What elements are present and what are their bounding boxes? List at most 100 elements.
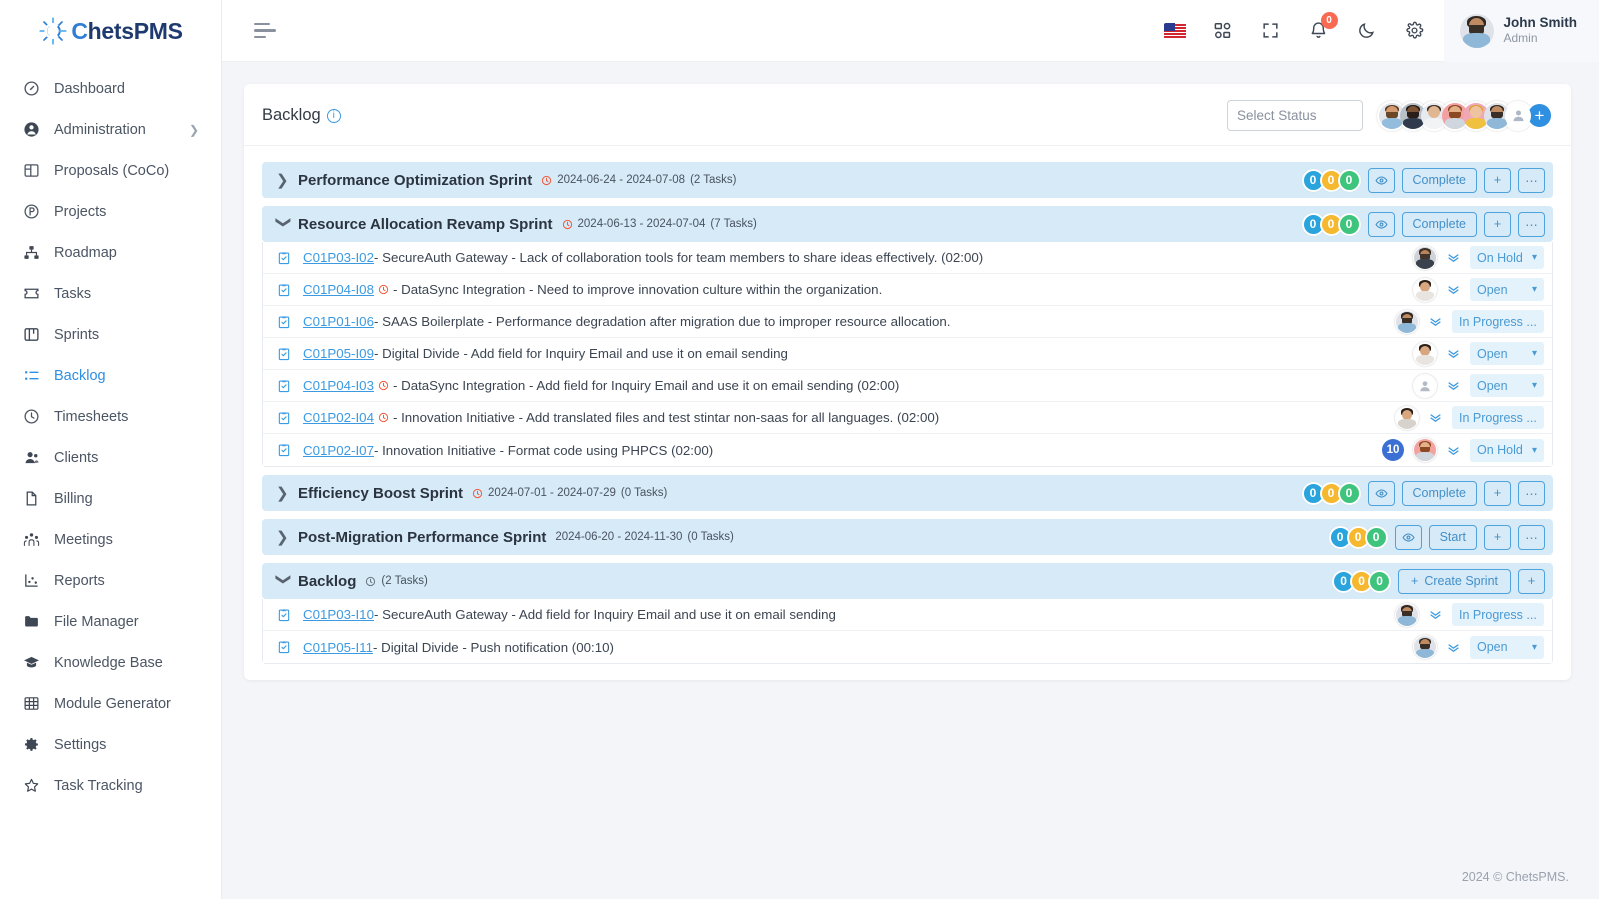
sprint-header[interactable]: ❯ Performance Optimization Sprint 2024-0… [262,162,1553,198]
sidebar-item-knowledge-base[interactable]: Knowledge Base [0,642,221,683]
sidebar-item-dashboard[interactable]: Dashboard [0,68,221,109]
task-row[interactable]: C01P02-I04 - Innovation Initiative - Add… [263,402,1552,434]
task-row[interactable]: C01P02-I07 - Innovation Initiative - For… [263,434,1552,466]
backlog-group-header[interactable]: ❯ Backlog (2 Tasks) 0 0 0 + Create Sprin… [262,563,1553,599]
user-profile-menu[interactable]: John Smith Admin [1443,0,1599,62]
avatar[interactable] [1413,341,1437,366]
task-id-link[interactable]: C01P02-I07 [303,443,374,458]
task-id-link[interactable]: C01P05-I09 [303,346,374,361]
fullscreen-icon[interactable] [1260,20,1282,42]
task-id-link[interactable]: C01P03-I02 [303,250,374,265]
task-status-select[interactable]: Open ▾ [1470,635,1544,659]
complete-button[interactable]: Complete [1401,211,1477,237]
sidebar-item-clients[interactable]: Clients [0,437,221,478]
double-chevron-down-icon[interactable] [1446,346,1461,361]
sprint-header[interactable]: ❯ Post-Migration Performance Sprint 2024… [262,519,1553,555]
chevron-right-icon[interactable]: ❯ [276,528,292,546]
complete-button[interactable]: Complete [1401,480,1477,506]
task-id-link[interactable]: C01P02-I04 [303,410,374,425]
task-status-select[interactable]: In Progress ... [1452,310,1544,333]
add-button[interactable]: + [1518,568,1545,594]
avatar-placeholder[interactable] [1503,100,1533,131]
moon-icon[interactable] [1356,20,1378,42]
task-row[interactable]: C01P04-I03 - DataSync Integration - Add … [263,370,1552,402]
brand-logo-area[interactable]: ChetsPMS [0,0,221,62]
eye-button[interactable] [1367,167,1395,193]
more-button[interactable]: ⋯ [1518,480,1545,506]
double-chevron-down-icon[interactable] [1446,282,1461,297]
sidebar-item-settings[interactable]: Settings [0,724,221,765]
sidebar-item-backlog[interactable]: Backlog [0,355,221,396]
create-sprint-button[interactable]: + Create Sprint [1398,568,1511,594]
double-chevron-down-icon[interactable] [1446,250,1461,265]
more-button[interactable]: ⋯ [1518,211,1545,237]
grid-apps-icon[interactable] [1212,20,1234,42]
sidebar-item-file-manager[interactable]: File Manager [0,601,221,642]
sidebar-item-billing[interactable]: Billing [0,478,221,519]
task-row[interactable]: C01P05-I09 - Digital Divide - Add field … [263,338,1552,370]
sidebar-item-reports[interactable]: Reports [0,560,221,601]
more-button[interactable]: ⋯ [1518,167,1545,193]
sidebar-item-module-generator[interactable]: Module Generator [0,683,221,724]
task-status-select[interactable]: On Hold ▾ [1470,246,1544,269]
info-icon[interactable]: i [326,108,341,123]
eye-button[interactable] [1367,211,1395,237]
chevron-down-icon[interactable]: ❯ [275,573,293,589]
double-chevron-down-icon[interactable] [1446,378,1461,393]
task-row[interactable]: C01P03-I02 - SecureAuth Gateway - Lack o… [263,242,1552,274]
double-chevron-down-icon[interactable] [1428,410,1443,425]
task-id-link[interactable]: C01P04-I08 [303,282,374,297]
us-flag-icon[interactable] [1163,20,1186,42]
task-status-select[interactable]: Open ▾ [1470,342,1544,365]
chevron-right-icon[interactable]: ❯ [276,171,292,189]
avatar[interactable] [1395,309,1419,334]
task-row[interactable]: C01P01-I06 - SAAS Boilerplate - Performa… [263,306,1552,338]
sprint-header[interactable]: ❯ Resource Allocation Revamp Sprint 2024… [262,206,1553,242]
add-button[interactable]: + [1484,524,1511,550]
more-button[interactable]: ⋯ [1518,524,1545,550]
sidebar-item-administration[interactable]: Administration ❯ [0,109,221,150]
task-row[interactable]: C01P03-I10 - SecureAuth Gateway - Add fi… [263,599,1552,631]
task-status-select[interactable]: Open ▾ [1470,278,1544,301]
avatar[interactable] [1395,405,1419,430]
sidebar-item-timesheets[interactable]: Timesheets [0,396,221,437]
avatar[interactable] [1413,245,1437,270]
add-button[interactable]: + [1484,167,1511,193]
avatar[interactable] [1413,438,1437,462]
task-status-select[interactable]: Open ▾ [1470,374,1544,397]
sidebar-item-proposals[interactable]: Proposals (CoCo) [0,150,221,191]
task-id-link[interactable]: C01P04-I03 [303,378,374,393]
sidebar-item-projects[interactable]: Projects [0,191,221,232]
task-status-select[interactable]: In Progress ... [1452,603,1544,626]
add-button[interactable]: + [1484,480,1511,506]
sidebar-item-tasks[interactable]: Tasks [0,273,221,314]
settings-gear-icon[interactable] [1404,20,1426,42]
double-chevron-down-icon[interactable] [1428,314,1443,329]
avatar[interactable] [1413,635,1437,659]
double-chevron-down-icon[interactable] [1446,640,1461,655]
hamburger-icon[interactable] [254,22,276,39]
eye-button[interactable] [1394,524,1422,550]
chevron-right-icon[interactable]: ❯ [276,484,292,502]
bell-icon[interactable]: 0 [1308,11,1338,42]
sidebar-item-meetings[interactable]: Meetings [0,519,221,560]
complete-button[interactable]: Complete [1401,167,1477,193]
start-button[interactable]: Start [1428,524,1477,550]
avatar[interactable] [1413,277,1437,302]
eye-button[interactable] [1367,480,1395,506]
status-filter-select[interactable]: Select Status [1227,100,1363,131]
double-chevron-down-icon[interactable] [1428,607,1443,622]
task-id-link[interactable]: C01P01-I06 [303,314,374,329]
task-status-select[interactable]: On Hold ▾ [1470,438,1544,462]
sprint-header[interactable]: ❯ Efficiency Boost Sprint 2024-07-01 - 2… [262,475,1553,511]
task-id-link[interactable]: C01P03-I10 [303,607,374,622]
avatar[interactable] [1395,602,1419,627]
add-button[interactable]: + [1484,211,1511,237]
avatar[interactable] [1413,373,1437,398]
task-row[interactable]: C01P04-I08 - DataSync Integration - Need… [263,274,1552,306]
sidebar-item-task-tracking[interactable]: Task Tracking [0,765,221,806]
sidebar-item-roadmap[interactable]: Roadmap [0,232,221,273]
chevron-down-icon[interactable]: ❯ [275,216,293,232]
task-status-select[interactable]: In Progress ... [1452,406,1544,429]
double-chevron-down-icon[interactable] [1446,443,1461,458]
